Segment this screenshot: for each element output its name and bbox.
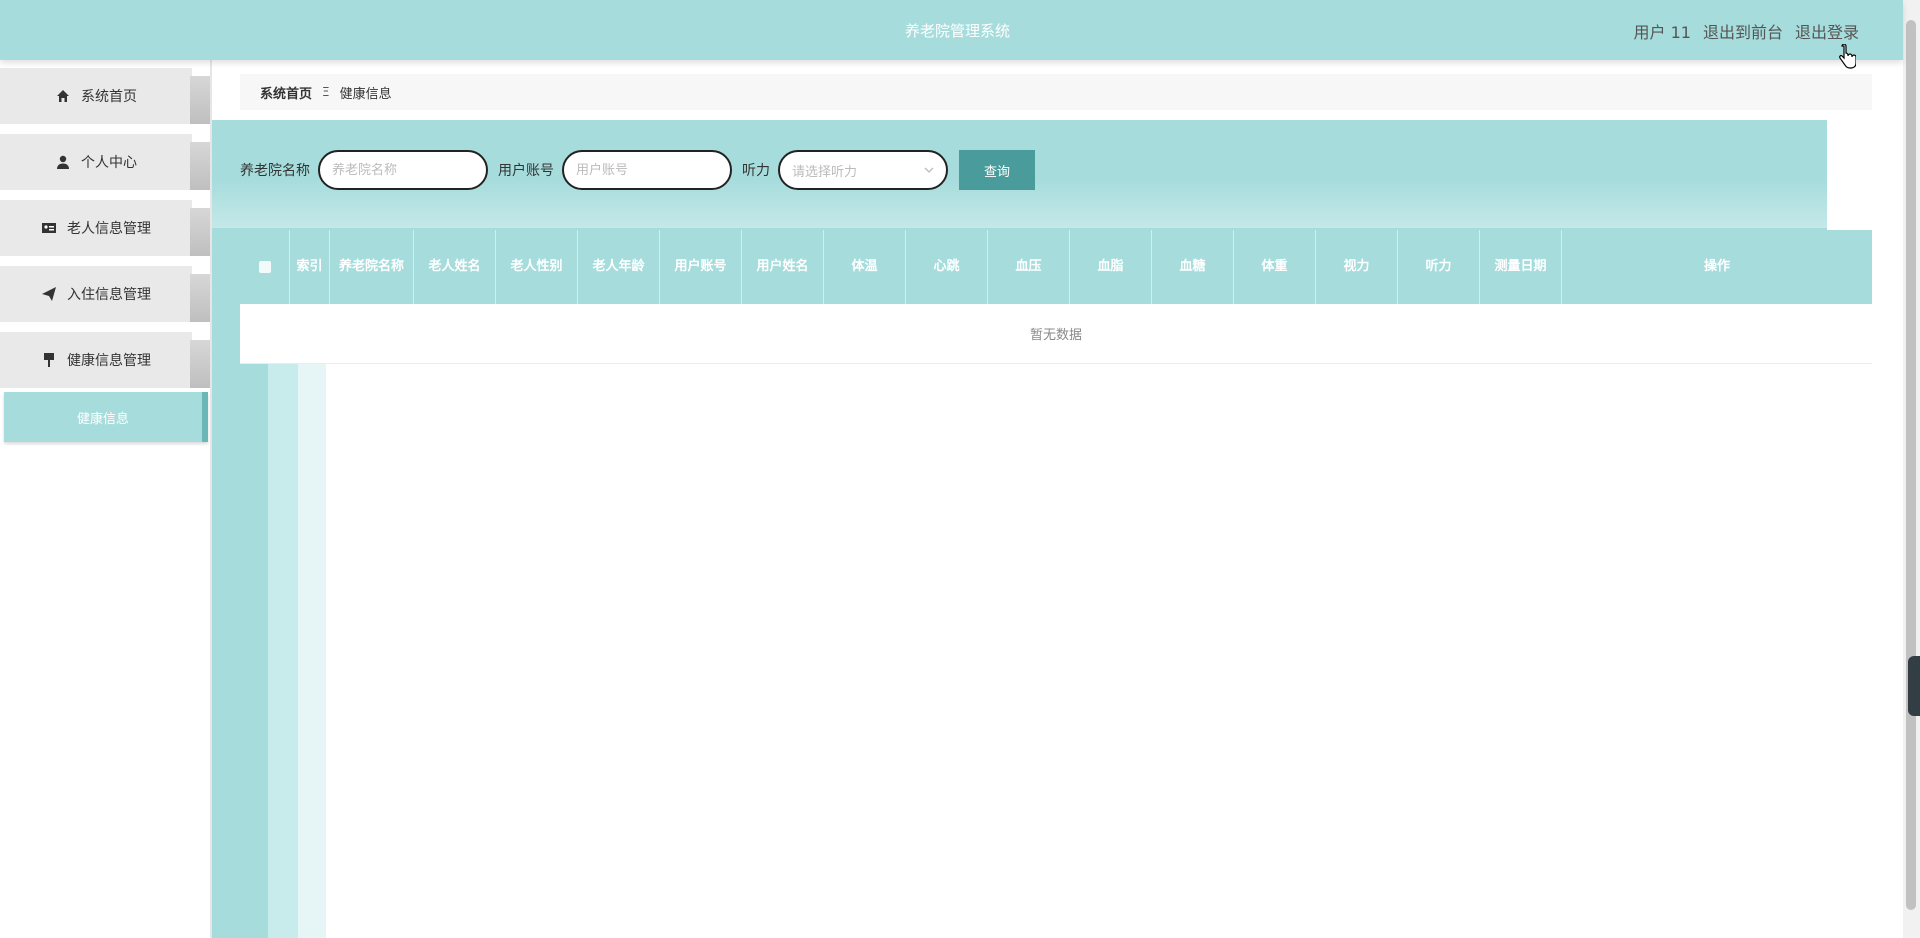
column-header: 听力 — [1398, 230, 1480, 304]
back-to-front-link[interactable]: 退出到前台 — [1703, 19, 1783, 43]
sidebar: 系统首页 个人中心 老人信息管理 入住信息管理 健康信息管理 — [0, 60, 210, 938]
breadcrumb: 系统首页 Ξ 健康信息 — [240, 74, 1872, 110]
column-header: 老人年龄 — [578, 230, 660, 304]
select-all-checkbox[interactable] — [258, 261, 271, 273]
sidebar-subitem-health-info[interactable]: 健康信息 — [4, 392, 208, 442]
hand-cursor-icon — [1839, 44, 1856, 69]
column-header: 血压 — [988, 230, 1070, 304]
query-button[interactable]: 查询 — [959, 150, 1035, 190]
nursing-home-name-input[interactable] — [318, 150, 488, 190]
column-header: 血脂 — [1070, 230, 1152, 304]
paper-plane-icon — [42, 287, 56, 301]
column-header: 老人性别 — [496, 230, 578, 304]
logout-link[interactable]: 退出登录 — [1795, 19, 1859, 43]
current-user: 用户 11 — [1633, 23, 1691, 42]
id-card-icon — [42, 223, 56, 233]
sidebar-item-label: 老人信息管理 — [67, 221, 151, 237]
breadcrumb-current: 健康信息 — [339, 86, 392, 102]
user-icon — [57, 155, 69, 169]
brush-icon — [44, 353, 54, 367]
main-content-area — [326, 364, 1916, 938]
sidebar-item-checkin-info[interactable]: 入住信息管理 — [0, 266, 210, 322]
table-empty-message: 暂无数据 — [240, 304, 1872, 364]
sidebar-item-label: 系统首页 — [81, 89, 137, 105]
column-header: 操作 — [1703, 259, 1730, 274]
app-title: 养老院管理系统 — [904, 22, 1010, 40]
top-bar: 养老院管理系统 用户 11 退出到前台 退出登录 — [0, 0, 1903, 60]
nursing-home-name-label: 养老院名称 — [240, 163, 310, 179]
hearing-label: 听力 — [742, 163, 770, 179]
hearing-select[interactable]: 请选择听力 — [778, 150, 948, 190]
sidebar-item-label: 健康信息管理 — [67, 353, 151, 369]
user-account-input[interactable] — [562, 150, 732, 190]
sidebar-item-health-info-management[interactable]: 健康信息管理 — [0, 332, 210, 388]
breadcrumb-home[interactable]: 系统首页 — [260, 83, 312, 102]
user-account-label: 用户账号 — [498, 163, 554, 179]
topbar-user-area: 用户 11 退出到前台 退出登录 — [1634, 19, 1859, 43]
breadcrumb-separator: Ξ — [322, 85, 330, 99]
column-header: 养老院名称 — [330, 230, 414, 304]
column-header: 用户姓名 — [742, 230, 824, 304]
hearing-select-placeholder: 请选择听力 — [792, 164, 858, 180]
search-form: 养老院名称 用户账号 听力 请选择听力 查询 — [240, 150, 1035, 190]
column-header: 索引 — [290, 230, 330, 304]
column-header: 测量日期 — [1480, 230, 1562, 304]
sidebar-item-label: 入住信息管理 — [67, 287, 151, 303]
column-header: 视力 — [1316, 230, 1398, 304]
column-header: 用户账号 — [660, 230, 742, 304]
sidebar-item-home[interactable]: 系统首页 — [0, 68, 210, 124]
chevron-down-icon — [924, 167, 934, 173]
sidebar-item-label: 个人中心 — [81, 155, 137, 171]
column-header: 体温 — [824, 230, 906, 304]
main-panel-band-light — [298, 360, 326, 938]
column-header: 血糖 — [1152, 230, 1234, 304]
column-header: 心跳 — [906, 230, 988, 304]
health-info-table: 索引 养老院名称 老人姓名 老人性别 老人年龄 用户账号 用户姓名 体温 心跳 … — [240, 230, 1872, 364]
floating-side-tab[interactable] — [1908, 656, 1920, 716]
sidebar-item-elderly-info[interactable]: 老人信息管理 — [0, 200, 210, 256]
main-panel-right-gap — [1827, 120, 1903, 230]
column-header: 体重 — [1234, 230, 1316, 304]
sidebar-item-personal-center[interactable]: 个人中心 — [0, 134, 210, 190]
table-header: 索引 养老院名称 老人姓名 老人性别 老人年龄 用户账号 用户姓名 体温 心跳 … — [240, 230, 1872, 304]
scrollbar-thumb[interactable] — [1906, 20, 1916, 910]
home-icon — [57, 90, 69, 102]
column-header: 老人姓名 — [414, 230, 496, 304]
select-all-checkbox-cell[interactable] — [240, 230, 290, 304]
